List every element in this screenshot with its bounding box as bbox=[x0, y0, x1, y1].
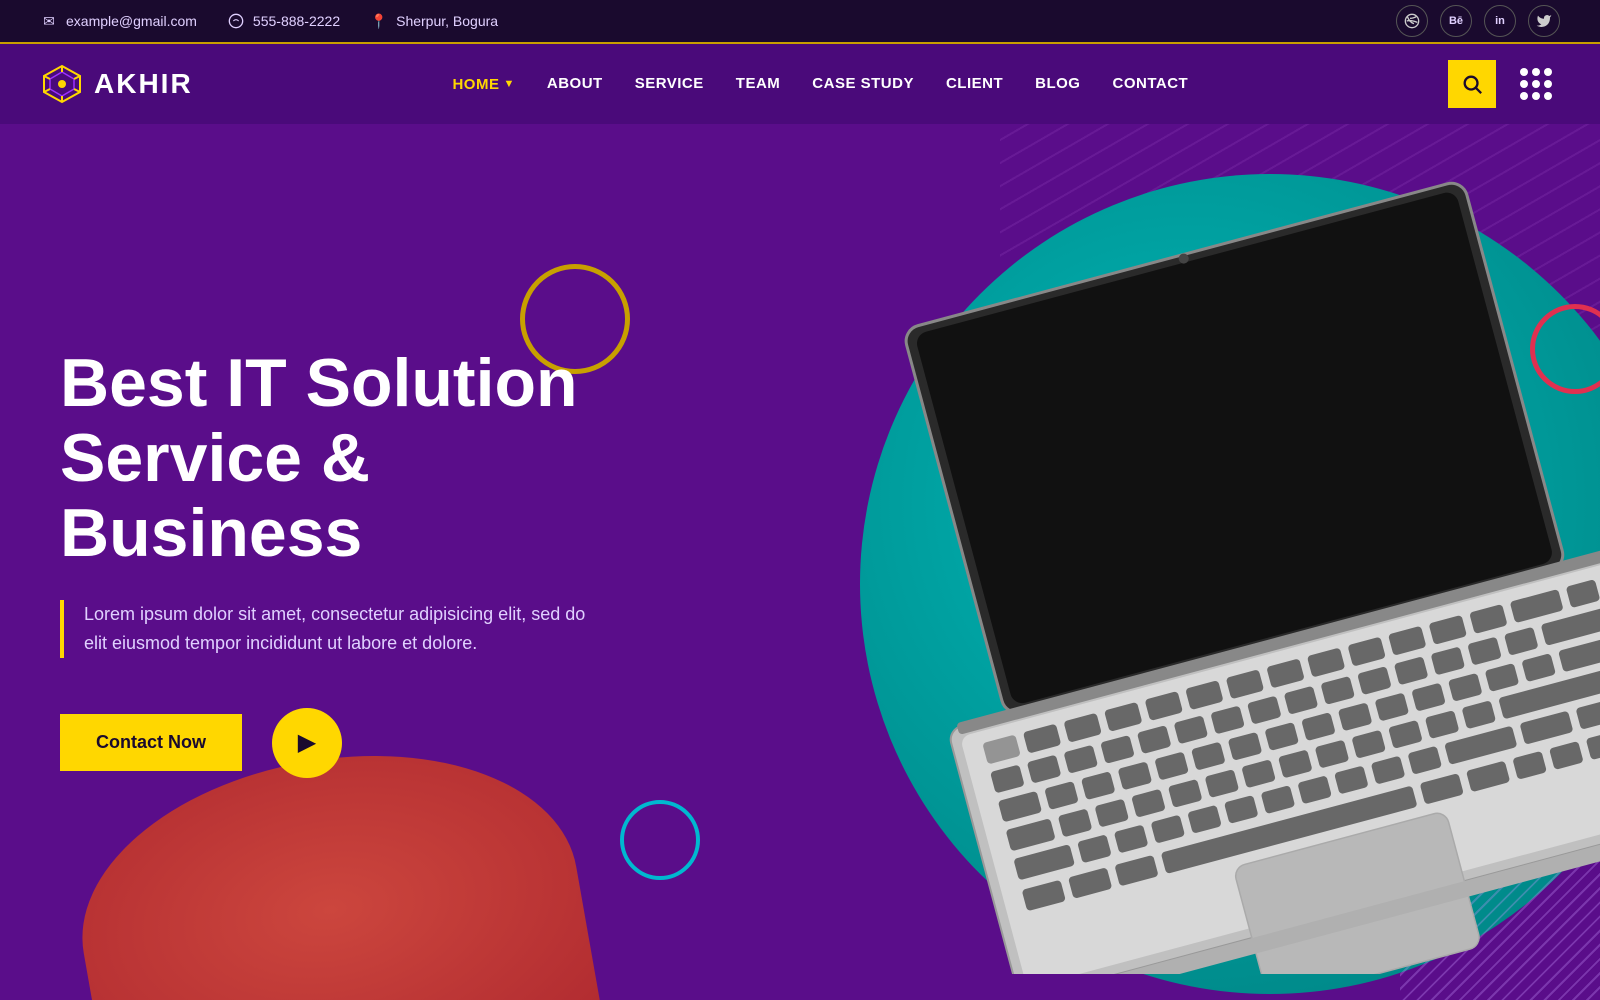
nav-item-team[interactable]: TEAM bbox=[736, 75, 781, 93]
nav-item-client[interactable]: CLIENT bbox=[946, 75, 1003, 93]
navbar: AKHIR HOME ▼ ABOUT SERVICE TEAM CASE STU… bbox=[0, 44, 1600, 124]
nav-link-team[interactable]: TEAM bbox=[736, 75, 781, 92]
nav-item-home[interactable]: HOME ▼ bbox=[452, 76, 514, 93]
dribbble-icon[interactable] bbox=[1396, 5, 1428, 37]
hero-section: Best IT Solution Service & Business Lore… bbox=[0, 124, 1600, 1000]
logo-icon bbox=[40, 62, 84, 106]
laptop-container bbox=[700, 124, 1600, 1000]
hero-title: Best IT Solution Service & Business bbox=[60, 346, 660, 570]
email-icon: ✉ bbox=[40, 12, 58, 30]
nav-link-client[interactable]: CLIENT bbox=[946, 75, 1003, 92]
nav-actions bbox=[1448, 60, 1560, 108]
contact-now-button[interactable]: Contact Now bbox=[60, 714, 242, 771]
nav-links: HOME ▼ ABOUT SERVICE TEAM CASE STUDY CLI… bbox=[452, 75, 1188, 93]
grid-dots-icon bbox=[1520, 68, 1552, 100]
laptop-illustration bbox=[810, 154, 1600, 974]
nav-link-about[interactable]: ABOUT bbox=[547, 75, 603, 92]
location-text: Sherpur, Bogura bbox=[396, 13, 498, 29]
logo[interactable]: AKHIR bbox=[40, 62, 193, 106]
search-button[interactable] bbox=[1448, 60, 1496, 108]
behance-icon[interactable]: Bē bbox=[1440, 5, 1472, 37]
hero-title-line2: Service & Business bbox=[60, 420, 370, 571]
small-teal-circle-decoration bbox=[620, 800, 700, 880]
nav-link-home[interactable]: HOME ▼ bbox=[452, 76, 514, 93]
nav-link-contact[interactable]: CONTACT bbox=[1112, 75, 1188, 92]
play-button[interactable]: ▶ bbox=[272, 708, 342, 778]
hero-description: Lorem ipsum dolor sit amet, consectetur … bbox=[60, 600, 610, 658]
hero-content: Best IT Solution Service & Business Lore… bbox=[0, 346, 660, 778]
topbar-location: 📍 Sherpur, Bogura bbox=[370, 12, 498, 30]
nav-link-blog[interactable]: BLOG bbox=[1035, 75, 1080, 92]
topbar-email: ✉ example@gmail.com bbox=[40, 12, 197, 30]
twitter-icon[interactable] bbox=[1528, 5, 1560, 37]
dropdown-arrow: ▼ bbox=[503, 78, 514, 90]
nav-item-case-study[interactable]: CASE STUDY bbox=[812, 75, 914, 93]
nav-link-case-study[interactable]: CASE STUDY bbox=[812, 75, 914, 92]
location-icon: 📍 bbox=[370, 12, 388, 30]
topbar-social-links: Bē in bbox=[1396, 5, 1560, 37]
nav-item-contact[interactable]: CONTACT bbox=[1112, 75, 1188, 93]
nav-item-service[interactable]: SERVICE bbox=[635, 75, 704, 93]
hero-actions: Contact Now ▶ bbox=[60, 708, 660, 778]
hero-title-line1: Best IT Solution bbox=[60, 345, 578, 421]
topbar: ✉ example@gmail.com 555-888-2222 📍 Sherp… bbox=[0, 0, 1600, 44]
nav-link-service[interactable]: SERVICE bbox=[635, 75, 704, 92]
phone-text: 555-888-2222 bbox=[253, 13, 340, 29]
logo-text: AKHIR bbox=[94, 68, 193, 100]
linkedin-icon[interactable]: in bbox=[1484, 5, 1516, 37]
phone-icon bbox=[227, 12, 245, 30]
nav-item-about[interactable]: ABOUT bbox=[547, 75, 603, 93]
grid-menu-button[interactable] bbox=[1512, 60, 1560, 108]
nav-item-blog[interactable]: BLOG bbox=[1035, 75, 1080, 93]
topbar-phone: 555-888-2222 bbox=[227, 12, 340, 30]
search-icon bbox=[1461, 73, 1483, 95]
play-icon: ▶ bbox=[298, 728, 316, 757]
topbar-contact-info: ✉ example@gmail.com 555-888-2222 📍 Sherp… bbox=[40, 12, 498, 30]
email-text: example@gmail.com bbox=[66, 13, 197, 29]
